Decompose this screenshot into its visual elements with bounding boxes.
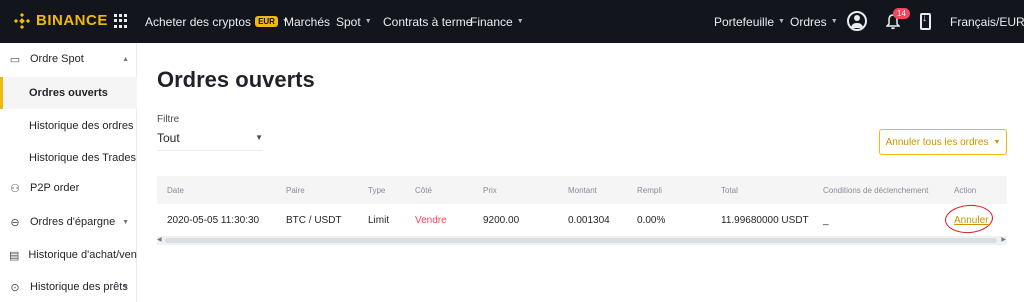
- binance-logo[interactable]: BINANCE: [14, 12, 108, 29]
- nav-finance-label: Finance: [470, 14, 513, 29]
- sidebar-item-label: Historique d'achat/vente: [28, 249, 137, 261]
- cell-date: 2020-05-05 11:30:30: [167, 214, 260, 226]
- chevron-down-icon: ▼: [122, 218, 129, 226]
- sidebar-item-p2p-order[interactable]: ⚇ P2P order: [0, 172, 137, 204]
- cancel-all-orders-label: Annuler tous les ordres: [885, 136, 989, 148]
- cell-price: 9200.00: [483, 214, 520, 226]
- savings-icon: ⊖: [10, 216, 20, 229]
- cell-amount: 0.001304: [568, 214, 610, 226]
- nav-wallet[interactable]: Portefeuille ▼: [714, 0, 785, 43]
- sidebar-item-label: Historique des Trades: [29, 152, 136, 164]
- nav-futures-label: Contrats à terme: [383, 14, 473, 29]
- nav-markets[interactable]: Marchés: [284, 0, 330, 43]
- sidebar-item-savings-orders[interactable]: ⊖ Ordres d'épargne ▼: [0, 206, 137, 238]
- cell-filled: 0.00%: [637, 214, 666, 226]
- chevron-up-icon: ▲: [122, 55, 129, 63]
- cell-total: 11.99680000 USDT: [721, 214, 809, 226]
- nav-markets-label: Marchés: [284, 14, 331, 29]
- binance-logo-icon: [14, 12, 30, 29]
- nav-futures[interactable]: Contrats à terme: [383, 0, 472, 43]
- column-header-action: Action: [954, 185, 977, 195]
- top-navigation-bar: BINANCE Acheter des cryptos EUR ▼ Marché…: [0, 0, 1024, 43]
- chevron-down-icon: ▼: [364, 18, 372, 25]
- sidebar-item-label: Ordre Spot: [30, 53, 84, 65]
- sidebar-item-loan-history[interactable]: ⊙ Historique des prêts ▼: [0, 271, 137, 302]
- column-header-type: Type: [368, 185, 386, 195]
- chevron-down-icon: ▼: [516, 18, 524, 25]
- nav-buy-crypto-label: Acheter des cryptos: [145, 14, 252, 29]
- document-icon: ▤: [9, 249, 20, 262]
- nav-buy-crypto[interactable]: Acheter des cryptos EUR ▼: [145, 0, 289, 43]
- sidebar-item-label: Historique des ordres: [29, 120, 134, 132]
- p2p-icon: ⚇: [10, 182, 20, 195]
- table-header: Date Paire Type Côté Prix Montant Rempli…: [157, 176, 1007, 204]
- chevron-down-icon: ▼: [830, 18, 838, 25]
- nav-finance[interactable]: Finance ▼: [470, 0, 524, 43]
- table-row: 2020-05-05 11:30:30 BTC / USDT Limit Ven…: [157, 204, 1007, 236]
- scroll-left-icon[interactable]: ◀: [157, 236, 162, 245]
- sidebar-item-open-orders[interactable]: Ordres ouverts: [0, 77, 137, 109]
- brand-name: BINANCE: [36, 12, 108, 29]
- column-header-trigger-conditions: Conditions de déclenchement: [823, 185, 929, 195]
- column-header-date: Date: [167, 185, 184, 195]
- filter-label: Filtre: [157, 114, 180, 125]
- chevron-down-icon: ▼: [778, 18, 785, 25]
- chevron-down-icon: ▼: [122, 283, 129, 291]
- column-header-side: Côté: [415, 185, 432, 195]
- sidebar-item-label: P2P order: [30, 182, 80, 194]
- loan-icon: ⊙: [10, 281, 20, 294]
- cell-type: Limit: [368, 214, 390, 226]
- chevron-down-icon: ▼: [993, 138, 1001, 146]
- scrollbar-thumb[interactable]: [165, 238, 997, 243]
- filter-select[interactable]: Tout ▼: [157, 131, 263, 151]
- spot-order-icon: ▭: [9, 53, 21, 66]
- cell-pair: BTC / USDT: [286, 214, 342, 226]
- sidebar-item-label: Ordres ouverts: [29, 87, 108, 99]
- sidebar-item-label: Historique des prêts: [30, 281, 128, 293]
- page-title: Ordres ouverts: [157, 67, 315, 92]
- nav-orders[interactable]: Ordres ▼: [790, 0, 838, 43]
- column-header-pair: Paire: [286, 185, 305, 195]
- column-header-total: Total: [721, 185, 738, 195]
- main-content: Ordres ouverts Filtre Tout ▼ Annuler tou…: [137, 43, 1024, 302]
- column-header-filled: Rempli: [637, 185, 662, 195]
- nav-wallet-label: Portefeuille: [714, 14, 775, 29]
- chevron-down-icon: ▼: [255, 133, 263, 142]
- sidebar-item-order-history[interactable]: Historique des ordres: [0, 110, 137, 142]
- nav-language[interactable]: Français/EUR: [950, 0, 1024, 43]
- sidebar-item-trade-history[interactable]: Historique des Trades: [0, 142, 137, 174]
- sidebar-item-buy-sell-history[interactable]: ▤ Historique d'achat/vente: [0, 239, 137, 271]
- filter-value: Tout: [157, 131, 180, 145]
- eur-badge: EUR: [255, 16, 278, 27]
- nav-spot[interactable]: Spot ▼: [336, 0, 372, 43]
- sidebar-item-label: Ordres d'épargne: [30, 216, 116, 228]
- user-account-icon[interactable]: [847, 11, 867, 31]
- column-header-amount: Montant: [568, 185, 597, 195]
- scroll-right-icon[interactable]: ▶: [1001, 236, 1006, 245]
- nav-language-label: Français/EUR: [950, 14, 1024, 29]
- sidebar: ▭ Ordre Spot ▲ Ordres ouverts Historique…: [0, 43, 137, 302]
- download-app-icon[interactable]: [920, 13, 931, 30]
- horizontal-scrollbar[interactable]: ◀ ▶: [157, 236, 1007, 245]
- notification-count-badge: 14: [893, 8, 910, 19]
- column-header-price: Prix: [483, 185, 497, 195]
- nav-spot-label: Spot: [336, 14, 361, 29]
- cell-side: Vendre: [415, 214, 447, 226]
- sidebar-item-spot-order[interactable]: ▭ Ordre Spot ▲: [0, 43, 137, 75]
- apps-grid-icon[interactable]: [114, 14, 128, 28]
- cancel-order-link[interactable]: Annuler: [954, 204, 988, 236]
- cancel-all-orders-button[interactable]: Annuler tous les ordres ▼: [879, 129, 1007, 155]
- nav-orders-label: Ordres: [790, 14, 827, 29]
- cell-trigger-conditions: _: [823, 214, 829, 226]
